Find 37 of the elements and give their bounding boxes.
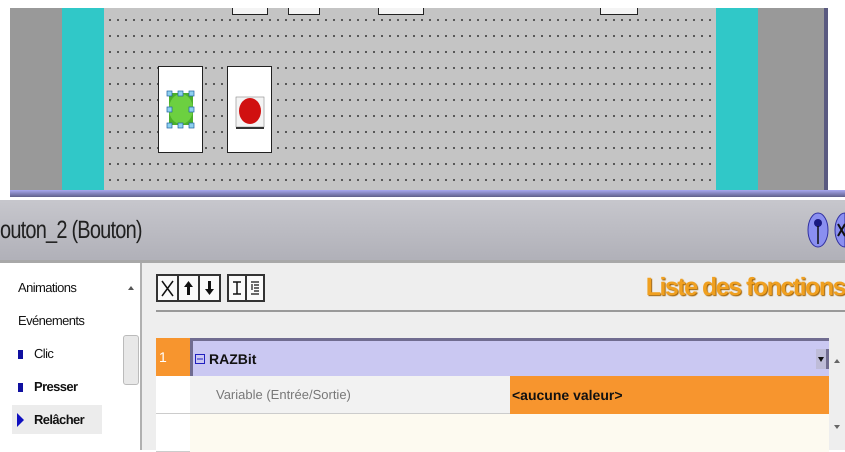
button-object[interactable] [227,66,272,153]
function-row[interactable]: RAZBit [190,338,829,376]
dropdown-icon[interactable] [816,348,829,368]
function-name: RAZBit [209,350,256,366]
list-header[interactable]: Animations [12,273,122,302]
event-item[interactable]: Clic [12,339,122,368]
list-icon[interactable] [245,274,265,302]
scroll-up-icon[interactable] [127,285,135,291]
collapse-icon[interactable] [195,354,205,364]
event-label: Relâcher [34,412,84,427]
canvas-object[interactable] [600,8,638,15]
canvas-object[interactable] [288,8,320,15]
arrow-icon [16,412,25,428]
row-number: 1 [156,338,190,376]
panel-title: outon_2 (Bouton) [0,216,142,244]
event-item[interactable]: Presser [12,372,122,401]
bullet-icon [16,348,25,360]
parameter-name: Variable (Entrée/Sortie) [190,376,510,414]
list-header[interactable]: Evénements [12,306,122,335]
row-number [156,376,190,414]
insert-icon[interactable] [227,274,247,302]
delete-icon[interactable] [156,274,179,302]
scroll-down-icon[interactable] [833,424,841,430]
section-heading: Liste des fonctions [646,273,845,302]
canvas-object[interactable] [378,8,424,15]
scroll-up-icon[interactable] [833,358,841,364]
event-label: Presser [34,379,78,394]
panel-splitter[interactable] [10,190,845,197]
bullet-icon [16,380,25,392]
canvas-object[interactable] [232,8,268,15]
event-item[interactable]: Relâcher [12,405,102,434]
button-object[interactable] [158,66,203,153]
scroll-thumb[interactable] [123,335,139,385]
close-icon[interactable] [833,212,845,248]
event-label: Clic [34,346,54,361]
pin-icon[interactable] [807,212,829,248]
parameter-value[interactable]: <aucune valeur> [510,376,829,414]
